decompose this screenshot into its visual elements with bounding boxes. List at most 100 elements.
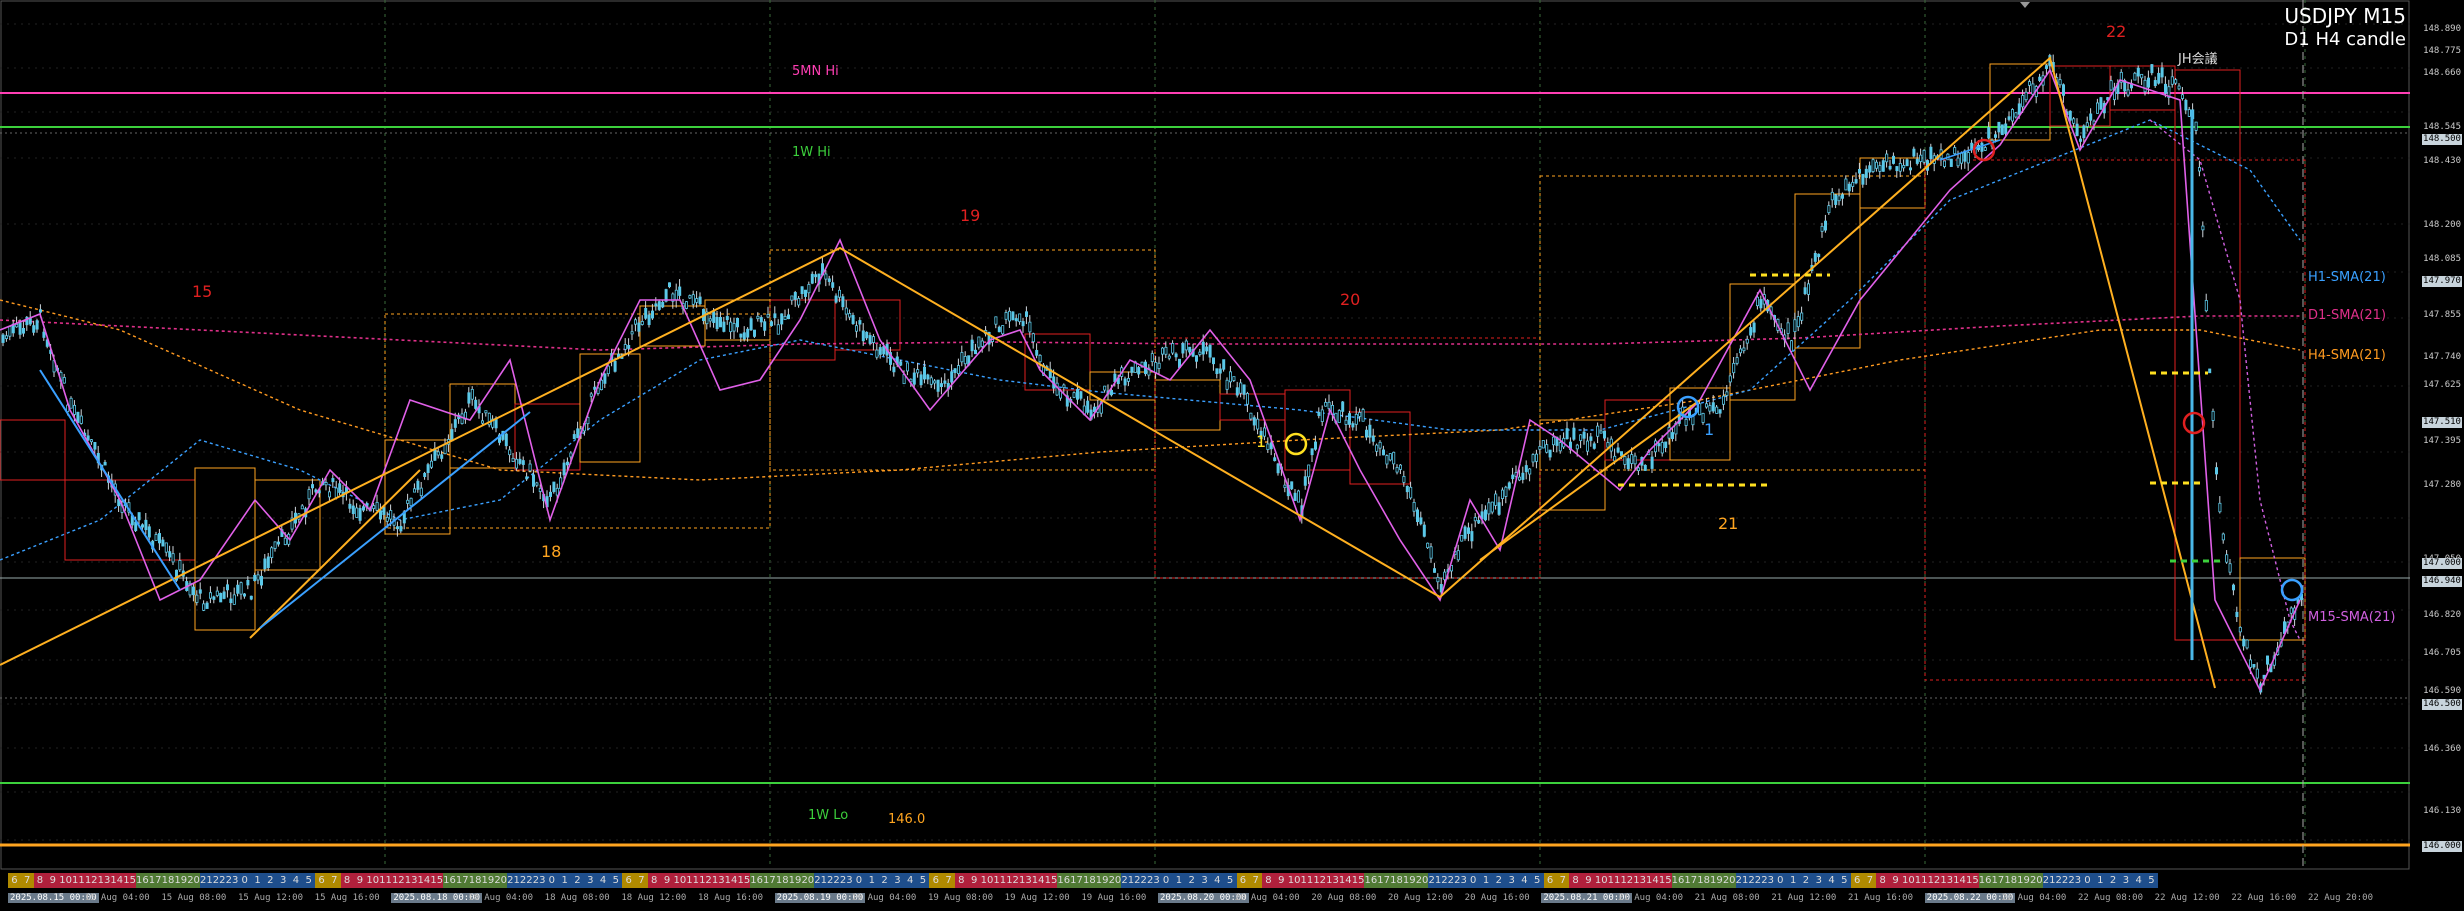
session-hour-cell: 17 <box>1991 873 2005 888</box>
chart-window[interactable]: USDJPY M15 D1 H4 candle 5MN Hi 1W Hi 1W … <box>0 0 2464 911</box>
candle-body <box>1861 173 1865 185</box>
session-hour-cell: 20 <box>494 873 508 888</box>
session-hour-cell: 9 <box>1582 873 1595 888</box>
candle-body <box>1368 424 1372 438</box>
candle-body <box>232 594 236 605</box>
candle-body <box>1354 413 1358 425</box>
candle-body <box>2174 79 2178 84</box>
candle-body <box>1218 368 1222 374</box>
candle-body <box>1511 474 1515 480</box>
candle-body <box>600 379 604 391</box>
session-hour-cell: 23 <box>1761 873 1774 888</box>
candle-body <box>766 314 770 318</box>
candle-body <box>1596 425 1600 437</box>
h4-sma-line <box>0 299 2301 481</box>
candle-body <box>1735 357 1739 364</box>
price-chart-canvas[interactable] <box>0 0 2464 911</box>
candle-body <box>2095 102 2099 114</box>
candle-body <box>1205 346 1209 352</box>
candle-body <box>1062 384 1066 388</box>
candle-body <box>742 332 746 340</box>
candle-body <box>963 356 967 365</box>
candle-body <box>2231 584 2235 591</box>
time-axis-label: 18 Aug 08:00 <box>544 893 610 903</box>
candle-body <box>2245 639 2249 649</box>
session-hour-cell: 17 <box>1070 873 1083 888</box>
candle-body <box>1310 448 1314 456</box>
candle-body <box>1626 458 1630 470</box>
candle-body <box>1718 409 1722 414</box>
candle-body <box>273 541 277 549</box>
session-hour-cell: 3 <box>276 873 290 888</box>
candle-body <box>1018 313 1022 323</box>
candle-body <box>2089 113 2093 121</box>
candle-body <box>1575 444 1579 450</box>
candle-body <box>906 362 910 372</box>
wave-label-1-yellow: 1 <box>1256 432 1267 451</box>
session-hour-cell: 18 <box>1390 873 1403 888</box>
session-hour-cell: 12 <box>1313 873 1327 888</box>
session-hour-cell: 17 <box>1377 873 1391 888</box>
candle-body <box>1242 384 1246 395</box>
candle-body <box>831 282 835 288</box>
candle-body <box>8 325 12 337</box>
session-hour-cell: 16 <box>750 873 764 888</box>
session-hour-cell: 11 <box>1914 873 1928 888</box>
candle-body <box>851 315 855 325</box>
session-hour-cell: 5 <box>2145 873 2158 888</box>
candle-body <box>1756 296 1760 307</box>
session-hour-cell: 9 <box>353 873 367 888</box>
candle-body <box>2201 225 2205 231</box>
candle-body <box>1650 456 1654 469</box>
candle-body <box>327 491 331 498</box>
session-hour-cell: 13 <box>711 873 725 888</box>
session-hour-bar: 6 7 8 9 10 11 12 13 14 15 16 17 18 19 20 21 22 23 0 1 2 3 4 5 6 7… <box>8 873 2400 888</box>
candle-body <box>266 556 270 568</box>
session-hour-cell: 15 <box>123 873 136 888</box>
candle-body <box>249 595 253 600</box>
candle-body <box>1412 502 1416 512</box>
candle-body <box>1235 387 1239 396</box>
session-hour-cell: 15 <box>430 873 444 888</box>
candle-body <box>508 449 512 456</box>
session-hour-cell: 14 <box>1031 873 1045 888</box>
session-hour-cell: 17 <box>763 873 776 888</box>
candle-body <box>800 286 804 295</box>
time-axis[interactable]: 2025.08.15 00:00 15 Aug 04:00 15 Aug 08:00… <box>0 890 2410 908</box>
session-hour-cell: 5 <box>1530 873 1544 888</box>
candle-body <box>688 295 692 299</box>
candle-body <box>62 377 66 384</box>
candle-body <box>1290 481 1294 490</box>
candle-body <box>661 301 665 308</box>
candle-body <box>28 318 32 325</box>
price-tag: 146.000 <box>2422 841 2462 852</box>
candle-body <box>470 388 474 400</box>
candle-body <box>552 481 556 492</box>
time-axis-label: 15 Aug 12:00 <box>238 893 304 903</box>
candle-body <box>1246 393 1250 405</box>
session-hour-cell: 11 <box>993 873 1007 888</box>
candle-body <box>763 321 767 331</box>
session-hour-cell: 21 <box>814 873 827 888</box>
candle-body <box>953 368 957 374</box>
candle-body <box>1314 441 1318 450</box>
candle-body <box>147 526 151 538</box>
session-hour-cell: 12 <box>391 873 405 888</box>
candle-body <box>198 589 202 594</box>
candle-body <box>824 273 828 280</box>
session-hour-cell: 14 <box>1646 873 1659 888</box>
1w-hi-label: 1W Hi <box>792 145 831 160</box>
candle-body <box>1303 476 1307 486</box>
session-hour-cell: 11 <box>379 873 392 888</box>
candle-body <box>1154 362 1158 373</box>
candle-body <box>76 411 80 423</box>
candle-body <box>1800 312 1804 321</box>
session-hour-cell: 9 <box>967 873 981 888</box>
candle-body <box>1130 366 1134 373</box>
candle-body <box>1 334 5 343</box>
session-hour-cell: 7 <box>20 873 34 888</box>
candle-body <box>749 318 753 331</box>
session-hour-cell: 7 <box>1863 873 1877 888</box>
candle-body <box>2221 533 2225 541</box>
session-hour-cell: 12 <box>1927 873 1941 888</box>
